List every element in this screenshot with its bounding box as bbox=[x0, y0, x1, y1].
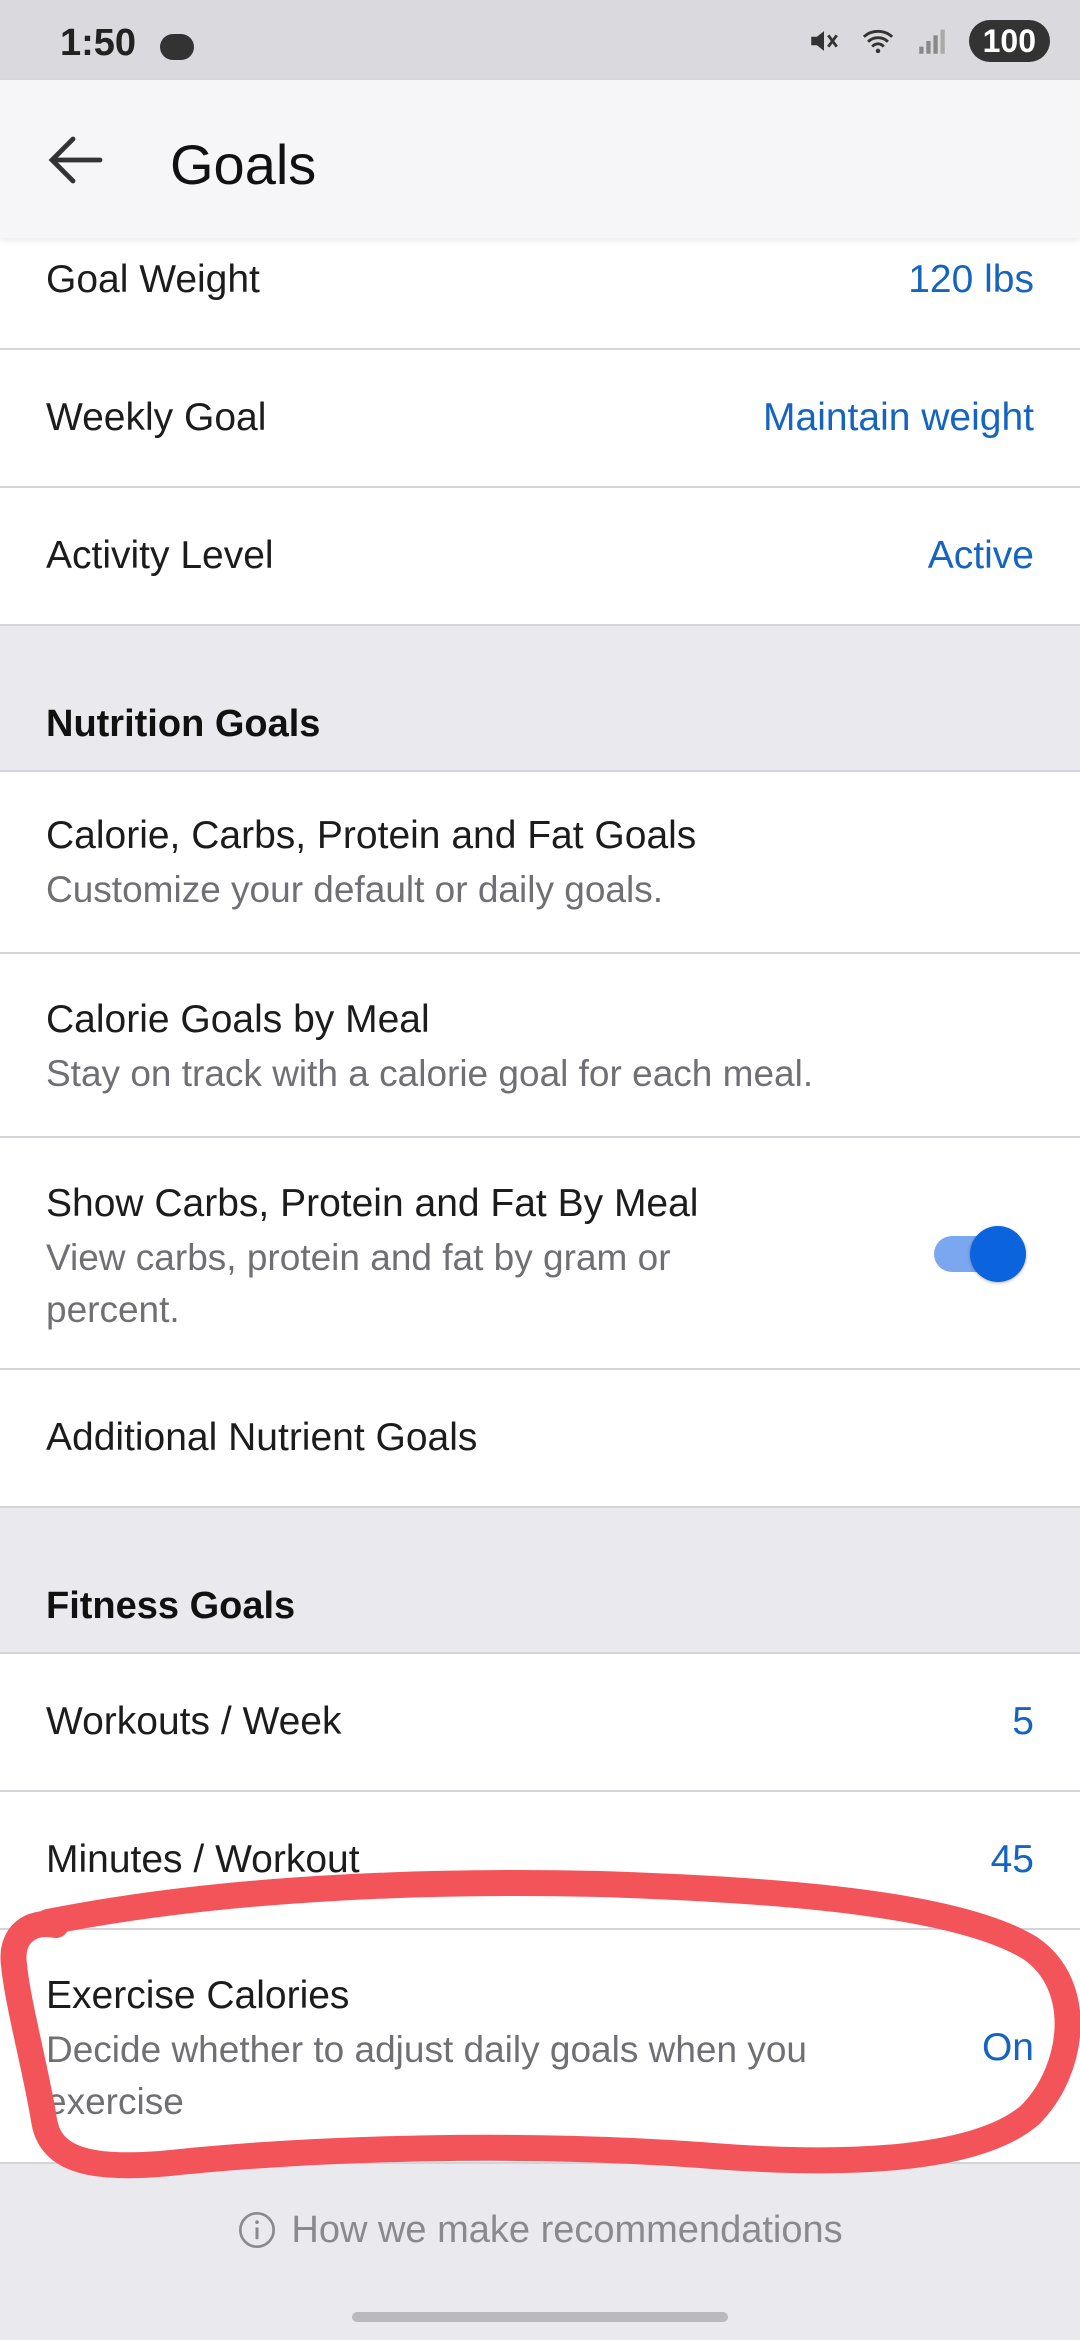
row-label: Exercise Calories bbox=[46, 1974, 350, 2017]
row-subtitle-line1: View carbs, protein and fat by gram or bbox=[46, 1237, 671, 1278]
row-subtitle: Stay on track with a calorie goal for ea… bbox=[46, 1053, 814, 1094]
row-value: Maintain weight bbox=[763, 396, 1034, 439]
row-label: Additional Nutrient Goals bbox=[46, 1416, 478, 1459]
row-subtitle: Customize your default or daily goals. bbox=[46, 869, 663, 910]
back-arrow-icon[interactable] bbox=[40, 124, 112, 196]
signal-icon bbox=[918, 29, 945, 54]
row-label: Calorie Goals by Meal bbox=[46, 998, 430, 1041]
row-label: Workouts / Week bbox=[46, 1700, 342, 1743]
macros-by-meal-row[interactable]: Show Carbs, Protein and Fat By Meal View… bbox=[0, 1138, 1080, 1370]
row-subtitle-line2: exercise bbox=[46, 2081, 184, 2122]
message-notification-icon bbox=[160, 34, 194, 60]
row-label: Minutes / Workout bbox=[46, 1838, 360, 1881]
page-title: Goals bbox=[170, 133, 317, 196]
toggle-knob bbox=[970, 1226, 1026, 1282]
recommendations-text: How we make recommendations bbox=[291, 2208, 843, 2251]
section-header-fitness: Fitness Goals bbox=[0, 1508, 1080, 1654]
screen: 1:50 100 Goals Goal Weight 120 lbs Weekl… bbox=[0, 0, 1080, 2340]
exercise-calories-row[interactable]: Exercise Calories Decide whether to adju… bbox=[0, 1930, 1080, 2164]
weekly-goal-row[interactable]: Weekly Goal Maintain weight bbox=[0, 350, 1080, 488]
activity-level-row[interactable]: Activity Level Active bbox=[0, 488, 1080, 626]
row-value: 5 bbox=[1012, 1700, 1034, 1743]
row-value: 45 bbox=[990, 1838, 1034, 1881]
calorie-goals-by-meal-row[interactable]: Calorie Goals by Meal Stay on track with… bbox=[0, 954, 1080, 1138]
additional-nutrient-goals-row[interactable]: Additional Nutrient Goals bbox=[0, 1370, 1080, 1508]
status-time: 1:50 bbox=[60, 22, 137, 64]
status-icons: 100 bbox=[807, 20, 1050, 62]
workouts-per-week-row[interactable]: Workouts / Week 5 bbox=[0, 1654, 1080, 1792]
row-subtitle-line2: percent. bbox=[46, 1289, 180, 1330]
home-indicator bbox=[352, 2312, 728, 2322]
row-value: 120 lbs bbox=[908, 258, 1034, 301]
app-bar: Goals bbox=[0, 80, 1080, 238]
row-label: Weekly Goal bbox=[46, 396, 267, 439]
section-title: Nutrition Goals bbox=[46, 703, 321, 745]
goals-list: Goal Weight 120 lbs Weekly Goal Maintain… bbox=[0, 238, 1080, 2164]
row-label: Goal Weight bbox=[46, 258, 260, 301]
row-value: On bbox=[981, 2026, 1034, 2069]
minutes-per-workout-row[interactable]: Minutes / Workout 45 bbox=[0, 1792, 1080, 1930]
row-label: Activity Level bbox=[46, 534, 274, 577]
battery-badge: 100 bbox=[968, 20, 1050, 62]
wifi-icon bbox=[862, 29, 893, 54]
goal-weight-row[interactable]: Goal Weight 120 lbs bbox=[0, 238, 1080, 350]
row-label: Calorie, Carbs, Protein and Fat Goals bbox=[46, 814, 697, 857]
row-value: Active bbox=[927, 534, 1034, 577]
macros-by-meal-toggle[interactable] bbox=[934, 1226, 1026, 1282]
recommendations-link[interactable]: How we make recommendations bbox=[0, 2160, 1080, 2300]
row-subtitle-line1: Decide whether to adjust daily goals whe… bbox=[46, 2029, 808, 2070]
section-header-nutrition: Nutrition Goals bbox=[0, 626, 1080, 772]
section-title: Fitness Goals bbox=[46, 1585, 296, 1627]
row-label: Show Carbs, Protein and Fat By Meal bbox=[46, 1182, 699, 1225]
status-bar: 1:50 100 bbox=[0, 0, 1080, 80]
macro-goals-row[interactable]: Calorie, Carbs, Protein and Fat Goals Cu… bbox=[0, 772, 1080, 954]
info-icon bbox=[239, 2212, 276, 2248]
mute-icon bbox=[810, 31, 838, 51]
